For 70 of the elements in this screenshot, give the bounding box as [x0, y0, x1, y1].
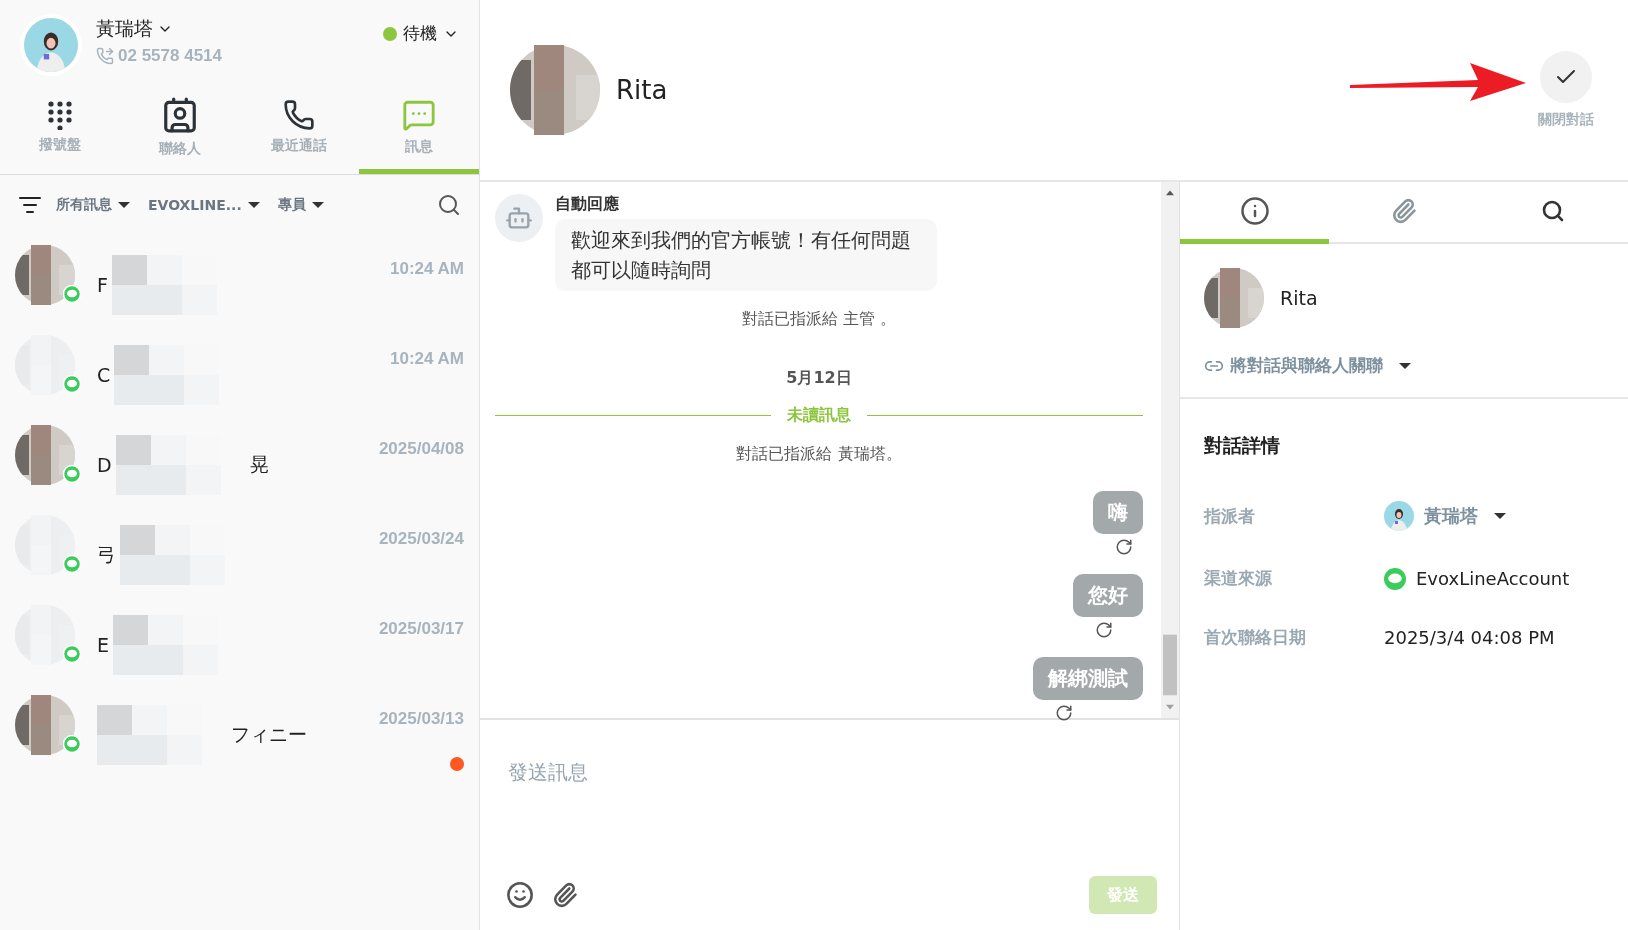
- message-bubble: 您好: [1073, 574, 1143, 617]
- caret-icon: [1399, 362, 1411, 369]
- search-icon[interactable]: [437, 193, 461, 217]
- contact-name: F: [97, 274, 108, 296]
- unread-divider-label: 未讀訊息: [787, 405, 851, 426]
- close-conversation-label: 關閉對話: [1538, 111, 1594, 129]
- chat-bubble-icon: [63, 735, 81, 753]
- message-bubble: 歡迎來到我們的官方帳號！有任何問題都可以隨時詢問: [555, 219, 937, 291]
- phone-icon: [96, 47, 114, 65]
- contact-name: C: [97, 364, 111, 386]
- date-separator: 5月12日: [785, 368, 853, 389]
- conversation-time: 2025/03/17: [378, 618, 464, 639]
- agent-name: 黃瑞塔: [96, 16, 153, 41]
- system-message: 對話已指派給 主管 。: [740, 309, 898, 330]
- message-bubble: 解綁測試: [1033, 657, 1143, 700]
- contact-name: D: [97, 454, 112, 476]
- chat-bubble-icon: [402, 98, 437, 132]
- system-message: 對話已指派給 黃瑞塔。: [735, 444, 903, 465]
- contact-name: E: [97, 634, 109, 656]
- chat-bubble-icon: [63, 465, 81, 483]
- contact-name: Rita: [1280, 287, 1318, 309]
- field-value: EvoxLineAccount: [1416, 568, 1570, 589]
- chat-bubble-icon: [63, 645, 81, 663]
- message-bubble: 嗨: [1093, 491, 1143, 534]
- contact-name: フィニー: [231, 722, 307, 747]
- caret-icon: [247, 202, 260, 208]
- field-value: 2025/3/4 04:08 PM: [1384, 627, 1555, 648]
- caret-icon: [311, 202, 324, 208]
- nav-tab[interactable]: 最近通話: [239, 80, 360, 174]
- assignee-dropdown[interactable]: 黃瑞塔: [1384, 501, 1604, 531]
- nav-tab[interactable]: 撥號盤: [0, 80, 120, 174]
- filter-dropdown[interactable]: 所有訊息: [52, 196, 134, 214]
- dialpad-icon: [46, 100, 73, 130]
- chat-bubble-icon: [1384, 567, 1406, 590]
- nav-tab[interactable]: 聯絡人: [119, 80, 240, 174]
- link-contact-button[interactable]: 將對話與聯絡人關聯: [1204, 354, 1604, 377]
- contact-name: 晃: [249, 452, 269, 477]
- field-label: 指派者: [1204, 504, 1256, 528]
- status-label[interactable]: 待機: [403, 22, 437, 45]
- conversation-time: 2025/03/24: [378, 528, 464, 549]
- retry-icon[interactable]: [1115, 538, 1133, 556]
- caret-icon: [118, 202, 130, 208]
- field-label: 渠道來源: [1204, 567, 1273, 590]
- conversation-time: 10:24 AM: [390, 348, 464, 369]
- chat-bubble-icon: [63, 555, 81, 573]
- conversation-time: 2025/03/13: [378, 708, 464, 729]
- agent-phone: 02 5578 4514: [118, 46, 222, 66]
- contact-name: 弓: [97, 542, 116, 567]
- conversation-time: 10:24 AM: [390, 258, 464, 279]
- nav-tab[interactable]: 訊息: [359, 80, 479, 174]
- chat-bubble-icon: [63, 375, 81, 393]
- search-icon: [1541, 198, 1566, 223]
- bot-avatar: [495, 194, 543, 242]
- section-title: 對話詳情: [1204, 433, 1281, 458]
- contact-name: Rita: [616, 75, 668, 105]
- caret-icon: [1494, 513, 1506, 519]
- sender-name: 自動回應: [555, 194, 620, 215]
- phone-icon: [283, 99, 316, 131]
- field-label: 首次聯絡日期: [1204, 626, 1307, 649]
- paperclip-icon[interactable]: [552, 882, 578, 908]
- conversation-time: 2025/04/08: [378, 438, 464, 459]
- filter-dropdown[interactable]: 專員: [273, 196, 328, 214]
- paperclip-icon: [1391, 197, 1417, 224]
- chat-bubble-icon: [63, 285, 81, 303]
- info-icon: [1239, 195, 1270, 226]
- scrollbar[interactable]: [1161, 182, 1179, 718]
- retry-icon[interactable]: [1095, 621, 1113, 639]
- emoji-icon[interactable]: [506, 881, 534, 909]
- filter-dropdown[interactable]: EVOXLINE...: [144, 197, 264, 213]
- retry-icon[interactable]: [1055, 704, 1073, 722]
